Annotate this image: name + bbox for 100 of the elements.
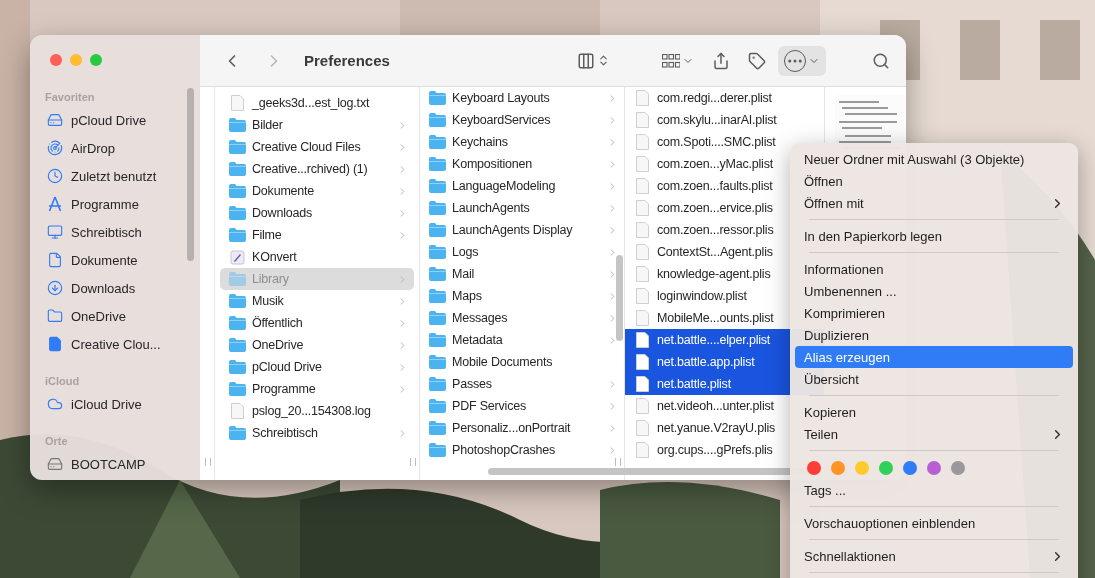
sidebar-item[interactable]: Dokumente (30, 246, 200, 274)
file-row[interactable]: Creative Cloud Files (220, 136, 414, 158)
resize-handle[interactable] (615, 458, 621, 466)
cloud-icon (47, 396, 63, 412)
sidebar-item[interactable]: Zuletzt benutzt (30, 162, 200, 190)
file-row[interactable]: Downloads (220, 202, 414, 224)
sidebar-item[interactable]: pCloud Drive (30, 106, 200, 134)
file-row[interactable]: Maps (420, 285, 624, 307)
sidebar-item[interactable]: BOOTCAMP (30, 450, 200, 478)
scrollbar[interactable] (616, 255, 623, 341)
file-row[interactable]: Mobile Documents (420, 351, 624, 373)
menu-item[interactable]: Alias erzeugen (795, 346, 1073, 368)
document-icon (636, 178, 649, 194)
file-row[interactable]: _geeks3d...est_log.txt (220, 92, 414, 114)
app-icon (230, 249, 245, 265)
file-row[interactable]: Musik (220, 290, 414, 312)
file-row[interactable]: OneDrive (220, 334, 414, 356)
file-row[interactable]: Logs (420, 241, 624, 263)
file-row[interactable]: LaunchAgents (420, 197, 624, 219)
document-icon (636, 134, 649, 150)
file-row[interactable]: Schreibtisch (220, 422, 414, 444)
more-button[interactable] (778, 45, 826, 76)
file-name: net.battle.app.plist (657, 355, 755, 369)
sidebar-item[interactable]: iCloud Drive (30, 390, 200, 418)
zoom-button[interactable] (90, 54, 102, 66)
file-row[interactable]: KeyboardServices (420, 109, 624, 131)
menu-item[interactable]: Komprimieren (795, 302, 1073, 324)
menu-item[interactable]: Öffnen (795, 170, 1073, 192)
file-row[interactable]: Öffentlich (220, 312, 414, 334)
file-name: PhotoshopCrashes (452, 443, 556, 457)
sidebar-item[interactable]: Downloads (30, 274, 200, 302)
resize-handle[interactable] (205, 458, 211, 466)
file-name: org.cups....gPrefs.plis (657, 443, 773, 457)
tag-dot[interactable] (855, 461, 869, 475)
file-row[interactable]: PhotoshopCrashes (420, 439, 624, 461)
folder-icon (229, 272, 246, 286)
file-row[interactable]: com.skylu...inarAI.plist (625, 109, 824, 131)
file-row[interactable]: LanguageModeling (420, 175, 624, 197)
sidebar-item[interactable]: AirDrop (30, 134, 200, 162)
file-name: com.redgi...derer.plist (657, 91, 772, 105)
file-row[interactable]: Dokumente (220, 180, 414, 202)
menu-item[interactable]: Vorschauoptionen einblenden (795, 512, 1073, 534)
menu-item[interactable]: In den Papierkorb legen (795, 225, 1073, 247)
file-row[interactable]: Personaliz...onPortrait (420, 417, 624, 439)
file-name: Logs (452, 245, 479, 259)
scrollbar[interactable] (187, 88, 194, 261)
file-row[interactable]: Kompositionen (420, 153, 624, 175)
file-row[interactable]: Creative...rchived) (1) (220, 158, 414, 180)
folder-icon (429, 223, 446, 237)
file-row[interactable]: pslog_20...154308.log (220, 400, 414, 422)
file-name: com.skylu...inarAI.plist (657, 113, 777, 127)
menu-item[interactable]: Umbenennen ... (795, 280, 1073, 302)
file-row[interactable]: Keychains (420, 131, 624, 153)
file-row[interactable]: LaunchAgents Display (420, 219, 624, 241)
file-row[interactable]: KOnvert (220, 246, 414, 268)
menu-item[interactable]: Tags ... (795, 479, 1073, 501)
close-button[interactable] (50, 54, 62, 66)
menu-item[interactable]: Schnellaktionen (795, 545, 1073, 567)
tag-dot[interactable] (927, 461, 941, 475)
sidebar-item[interactable]: Creative Clou... (30, 330, 200, 358)
file-name: ContextSt...Agent.plis (657, 245, 773, 259)
file-row[interactable]: Filme (220, 224, 414, 246)
document-icon (636, 332, 649, 348)
columns-icon (577, 51, 595, 70)
folder-icon (229, 228, 246, 242)
file-name: net.yanue.V2rayU.plis (657, 421, 776, 435)
file-row[interactable]: PDF Services (420, 395, 624, 417)
file-name: com.zoen...faults.plist (657, 179, 773, 193)
section-header: iCloud (44, 374, 81, 389)
file-row[interactable]: Bilder (220, 114, 414, 136)
search-icon (872, 51, 890, 70)
tag-dot[interactable] (831, 461, 845, 475)
file-row[interactable]: Messages (420, 307, 624, 329)
tag-dot[interactable] (903, 461, 917, 475)
resize-handle[interactable] (410, 458, 416, 466)
tag-dot[interactable] (951, 461, 965, 475)
file-row[interactable]: com.redgi...derer.plist (625, 87, 824, 109)
menu-item[interactable]: Informationen (795, 258, 1073, 280)
document-icon (636, 222, 649, 238)
sidebar-item[interactable]: OneDrive (30, 302, 200, 330)
drive-icon (47, 112, 63, 128)
file-row[interactable]: Mail (420, 263, 624, 285)
file-row[interactable]: Keyboard Layouts (420, 87, 624, 109)
folder-icon (429, 333, 446, 347)
file-row[interactable]: Programme (220, 378, 414, 400)
tag-dot[interactable] (879, 461, 893, 475)
sidebar-item[interactable]: Schreibtisch (30, 218, 200, 246)
file-row[interactable]: pCloud Drive (220, 356, 414, 378)
file-name: Musik (252, 294, 284, 308)
file-row[interactable]: Passes (420, 373, 624, 395)
file-name: com.Spoti....SMC.plist (657, 135, 776, 149)
menu-item[interactable]: Öffnen mit (795, 192, 1073, 214)
menu-item[interactable]: Kopieren (795, 401, 1073, 423)
section-header: Orte (44, 434, 69, 449)
menu-item[interactable]: Teilen (795, 423, 1073, 445)
sidebar-item[interactable]: Programme (30, 190, 200, 218)
file-name: Downloads (252, 206, 313, 220)
tag-dot[interactable] (807, 461, 821, 475)
minimize-button[interactable] (70, 54, 82, 66)
file-row[interactable]: Metadata (420, 329, 624, 351)
